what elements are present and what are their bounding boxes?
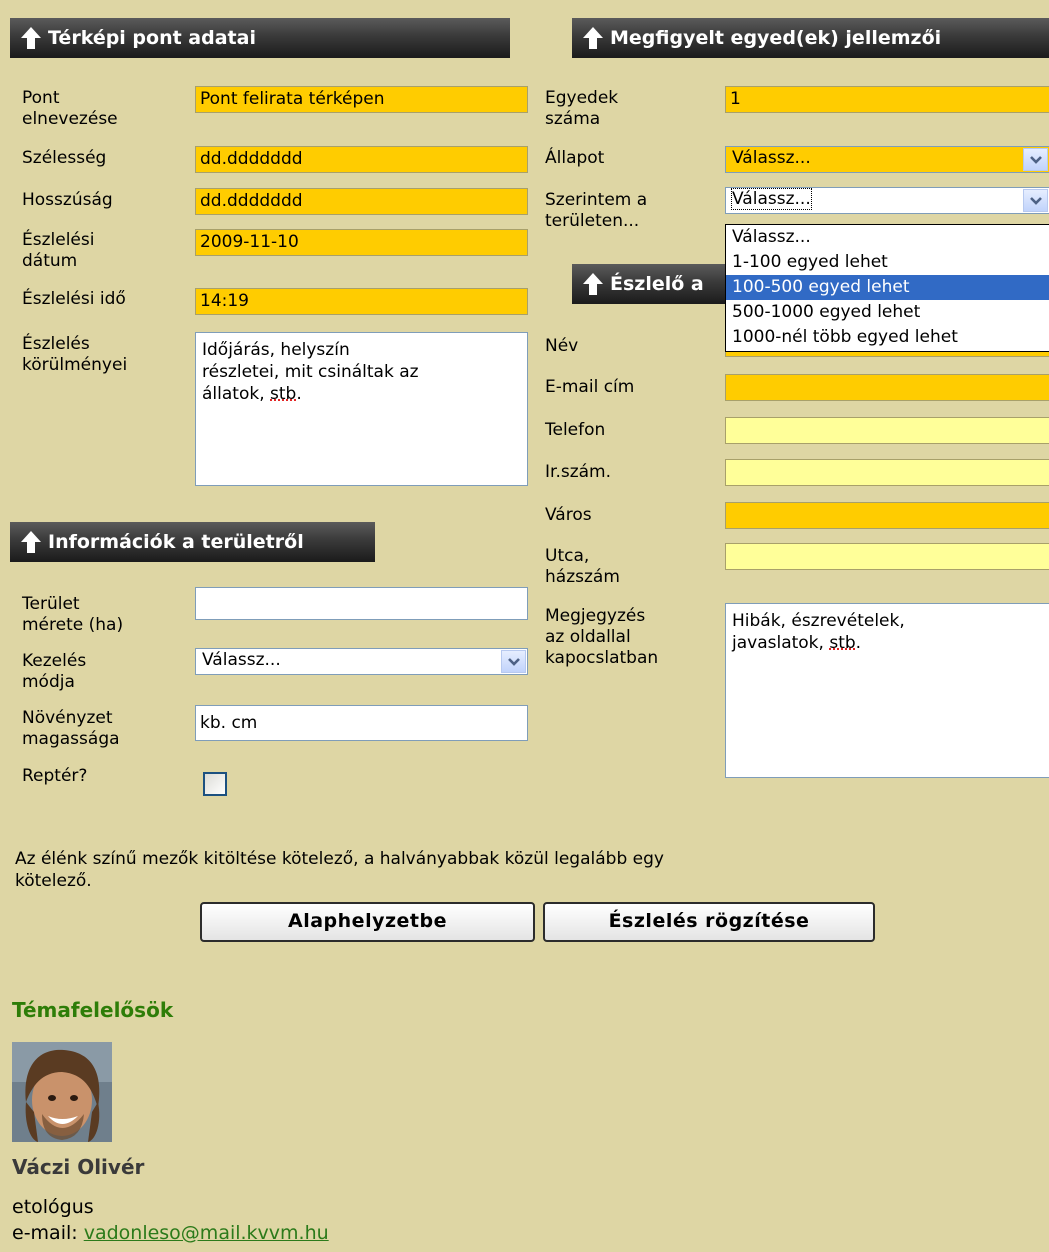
city-field[interactable] xyxy=(725,502,1049,529)
reset-button[interactable]: Alaphelyzetbe xyxy=(200,902,535,942)
point-name-label: Pont elnevezése xyxy=(22,88,118,129)
dropdown-option[interactable]: Válassz... xyxy=(726,225,1049,250)
responsible-title: Témafelelősök xyxy=(12,998,174,1022)
required-notice: Az élénk színű mezők kitöltése kötelező,… xyxy=(15,849,664,891)
zip-field[interactable] xyxy=(725,459,1049,486)
section-title: Megfigyelt egyed(ek) jellemzői xyxy=(610,27,942,49)
email-link[interactable]: vadonleso@mail.kvvm.hu xyxy=(84,1222,329,1244)
opinion-dropdown-list[interactable]: Válassz... 1-100 egyed lehet 100-500 egy… xyxy=(725,224,1049,352)
dropdown-option[interactable]: 1-100 egyed lehet xyxy=(726,250,1049,275)
note-textarea[interactable]: Hibák, észrevételek, javaslatok, stb. xyxy=(725,603,1049,778)
management-label: Kezelés módja xyxy=(22,651,87,692)
point-name-field[interactable]: Pont felirata térképen xyxy=(195,86,528,113)
select-dropdown-button[interactable] xyxy=(1023,189,1048,212)
vegetation-label: Növényzet magassága xyxy=(22,708,120,749)
chevron-down-icon xyxy=(508,657,520,667)
select-dropdown-button[interactable] xyxy=(501,650,526,673)
section-header-map-point[interactable]: Térképi pont adatai xyxy=(10,18,510,58)
state-label: Állapot xyxy=(545,148,605,168)
circumstances-label: Észlelés körülményei xyxy=(22,334,128,375)
opinion-label: Szerintem a területen... xyxy=(545,190,648,231)
city-label: Város xyxy=(545,505,592,525)
state-select[interactable]: Válassz... xyxy=(725,146,1049,173)
street-label: Utca, házszám xyxy=(545,546,620,587)
time-field[interactable]: 14:19 xyxy=(195,288,528,315)
vegetation-input[interactable]: kb. cm xyxy=(195,705,528,741)
select-dropdown-button[interactable] xyxy=(1023,148,1048,171)
count-field[interactable]: 1 xyxy=(725,86,1049,113)
person-role: etológus xyxy=(12,1196,94,1218)
avatar xyxy=(12,1042,112,1142)
zip-label: Ir.szám. xyxy=(545,462,612,482)
opinion-select[interactable]: Válassz... xyxy=(725,187,1049,214)
airport-checkbox[interactable] xyxy=(203,772,227,796)
section-title: Észlelő a xyxy=(610,273,704,295)
area-size-label: Terület mérete (ha) xyxy=(22,594,124,635)
section-header-observed[interactable]: Megfigyelt egyed(ek) jellemzői xyxy=(572,18,1049,58)
up-arrow-icon xyxy=(20,26,42,50)
section-title: Térképi pont adatai xyxy=(48,27,256,49)
dropdown-option-highlighted[interactable]: 100-500 egyed lehet xyxy=(726,275,1049,300)
phone-label: Telefon xyxy=(545,420,606,440)
email-field[interactable] xyxy=(725,374,1049,401)
email-line: e-mail: vadonleso@mail.kvvm.hu xyxy=(12,1222,329,1244)
chevron-down-icon xyxy=(1030,196,1042,206)
chevron-down-icon xyxy=(1030,155,1042,165)
longitude-field[interactable]: dd.ddddddd xyxy=(195,188,528,215)
area-size-input[interactable] xyxy=(195,587,528,620)
note-label: Megjegyzés az oldallal kapocslatban xyxy=(545,606,659,668)
phone-field[interactable] xyxy=(725,417,1049,444)
up-arrow-icon xyxy=(20,530,42,554)
section-header-area-info[interactable]: Információk a területről xyxy=(10,522,375,562)
longitude-label: Hosszúság xyxy=(22,190,113,210)
dropdown-option[interactable]: 1000-nél több egyed lehet xyxy=(726,325,1049,350)
circumstances-textarea[interactable]: Időjárás, helyszín részletei, mit csinál… xyxy=(195,332,528,486)
time-label: Észlelési idő xyxy=(22,289,126,309)
section-title: Információk a területről xyxy=(48,531,304,553)
submit-button[interactable]: Észlelés rögzítése xyxy=(543,902,875,942)
email-label: E-mail cím xyxy=(545,377,635,397)
latitude-field[interactable]: dd.ddddddd xyxy=(195,146,528,173)
latitude-label: Szélesség xyxy=(22,148,107,168)
up-arrow-icon xyxy=(582,272,604,296)
date-field[interactable]: 2009-11-10 xyxy=(195,229,528,256)
street-field[interactable] xyxy=(725,543,1049,570)
dropdown-option[interactable]: 500-1000 egyed lehet xyxy=(726,300,1049,325)
up-arrow-icon xyxy=(582,26,604,50)
management-select[interactable]: Válassz... xyxy=(195,648,528,675)
date-label: Észlelési dátum xyxy=(22,230,95,271)
airport-label: Reptér? xyxy=(22,766,88,786)
person-name: Váczi Olivér xyxy=(12,1155,145,1179)
name-label: Név xyxy=(545,336,579,356)
count-label: Egyedek száma xyxy=(545,88,619,129)
